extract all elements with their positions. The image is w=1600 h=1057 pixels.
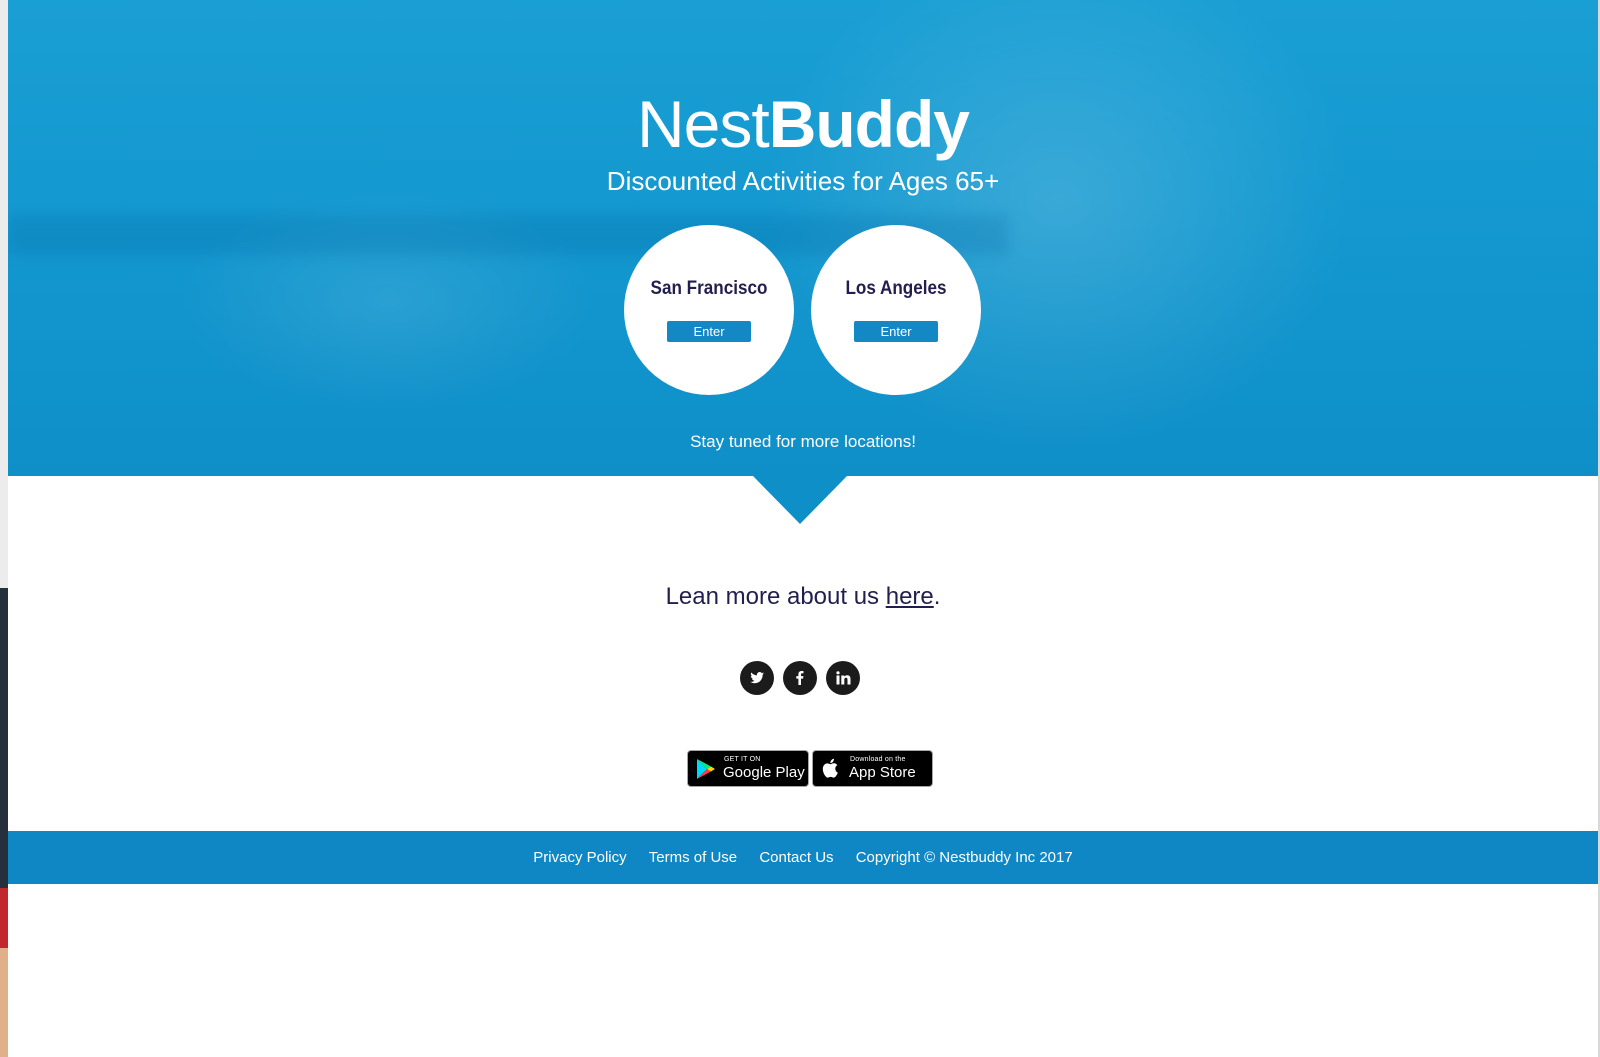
hero-pointer [753,476,847,524]
social-links [740,661,864,695]
contact-us-link[interactable]: Contact Us [759,849,833,866]
stay-tuned-text: Stay tuned for more locations! [690,432,916,451]
footer: Privacy Policy Terms of Use Contact Us C… [8,831,1598,884]
learn-more-text: Lean more about us here. [665,583,941,610]
twitter-icon[interactable] [740,661,774,695]
linkedin-icon[interactable] [826,661,860,695]
city-name: Los Angeles [845,278,947,299]
footer-links: Privacy Policy Terms of Use Contact Us C… [8,831,1598,884]
hero-section: NestBuddy Discounted Activities for Ages… [8,0,1598,476]
google-play-icon [697,759,715,779]
background-window-edge [0,0,8,1057]
city-name: San Francisco [650,278,768,299]
apple-icon [822,758,838,778]
copyright-text: Copyright © Nestbuddy Inc 2017 [855,849,1073,866]
terms-of-use-link[interactable]: Terms of Use [649,849,737,866]
learn-more-link[interactable]: here [886,583,934,610]
brand-logo: NestBuddy [636,87,970,161]
google-play-badge[interactable]: GET IT ON Google Play [687,750,809,787]
page: NestBuddy Discounted Activities for Ages… [8,0,1598,1057]
tagline: Discounted Activities for Ages 65+ [606,166,1000,196]
enter-los-angeles-button[interactable]: Enter [854,321,938,342]
facebook-icon[interactable] [783,661,817,695]
privacy-policy-link[interactable]: Privacy Policy [533,849,626,866]
enter-san-francisco-button[interactable]: Enter [667,321,751,342]
app-store-badge[interactable]: Download on the App Store [812,750,933,787]
city-card-san-francisco: San Francisco Enter [624,225,794,395]
background-window-strip [0,588,8,888]
background-window-strip [0,888,8,948]
city-card-los-angeles: Los Angeles Enter [811,225,981,395]
background-window-strip [0,948,8,1057]
